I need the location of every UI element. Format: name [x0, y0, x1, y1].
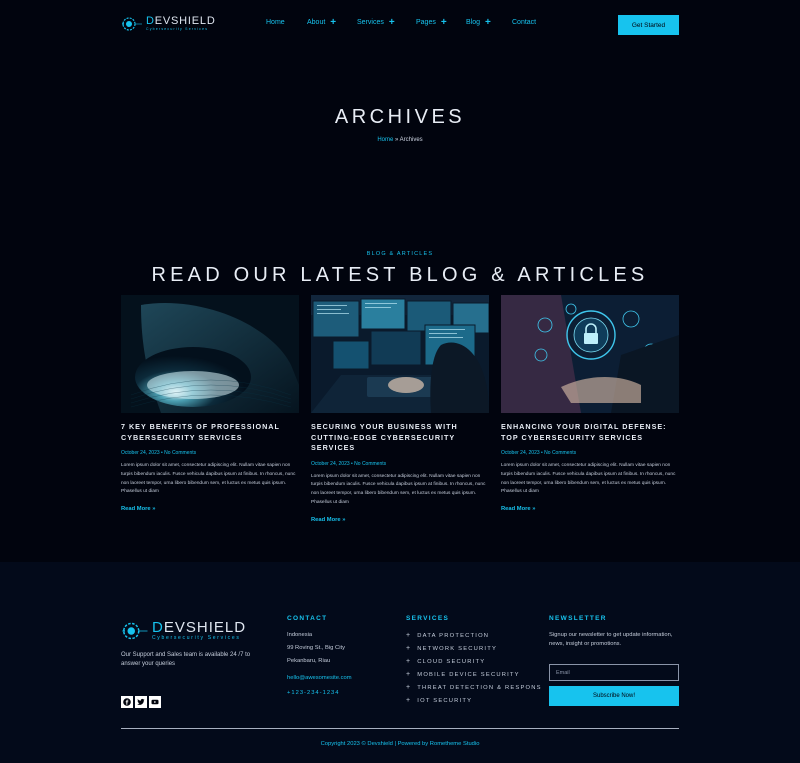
footer-newsletter-column: NEWSLETTER Signup our newsletter to get … — [549, 615, 680, 706]
contact-city: Pekanbaru, Riau — [287, 658, 331, 664]
footer-services-column: SERVICES + DATA PROTECTION + NETWORK SECUR… — [406, 615, 540, 704]
footer-divider — [121, 728, 679, 729]
footer-service-link[interactable]: + MOBILE DEVICE SECURITY — [406, 671, 520, 678]
nav-services[interactable]: Services + — [357, 17, 395, 28]
service-label: NETWORK SECURITY — [417, 645, 498, 652]
blog-card-title[interactable]: ENHANCING YOUR DIGITAL DEFENSE: TOP CYBE… — [501, 422, 679, 443]
nav-label: About — [307, 19, 326, 26]
read-more-link[interactable]: Read More » — [501, 506, 535, 512]
subscribe-button[interactable]: Subscribe Now! — [549, 686, 679, 706]
plus-icon: + — [406, 684, 412, 691]
monitors-workstation-image[interactable] — [311, 295, 489, 413]
blog-card-meta[interactable]: October 24, 2023 • No Comments — [121, 450, 299, 456]
breadcrumb-home-link[interactable]: Home — [377, 137, 393, 143]
footer-services-heading: SERVICES — [406, 615, 450, 622]
nav-pages[interactable]: Pages + — [416, 17, 447, 28]
site-header: DEVSHIELD Cybersecurity Services Home Ab… — [0, 0, 800, 50]
service-label: CLOUD SECURITY — [417, 658, 486, 665]
blog-card-excerpt: Lorem ipsum dolor sit amet, consectetur … — [121, 463, 296, 495]
blog-card: 7 KEY BENEFITS OF PROFESSIONAL CYBERSECU… — [121, 295, 299, 515]
fingerprint-finger-image[interactable] — [121, 295, 299, 413]
main-nav: Home About + Services + Pages + Blog + Conta… — [0, 17, 800, 33]
section-eyebrow: BLOG & ARTICLES — [366, 251, 434, 257]
nav-contact[interactable]: Contact — [512, 19, 536, 26]
padlock-hologram-laptop-image[interactable] — [501, 295, 679, 413]
blog-card: ENHANCING YOUR DIGITAL DEFENSE: TOP CYBE… — [501, 295, 679, 515]
service-label: DATA PROTECTION — [417, 632, 490, 639]
footer-service-link[interactable]: + DATA PROTECTION — [406, 632, 489, 639]
nav-label: Blog — [466, 19, 481, 26]
nav-label: Contact — [512, 19, 537, 26]
footer-service-link[interactable]: + IOT SECURITY — [406, 697, 472, 704]
footer-service-link[interactable]: + THREAT DETECTION & RESPONS — [406, 684, 542, 691]
footer-newsletter-heading: NEWSLETTER — [549, 615, 607, 622]
blog-card-title[interactable]: 7 KEY BENEFITS OF PROFESSIONAL CYBERSECU… — [121, 422, 299, 443]
nav-home[interactable]: Home — [266, 19, 285, 26]
breadcrumb-current: Archives — [399, 137, 423, 143]
nav-blog[interactable]: Blog + — [466, 17, 491, 28]
blog-card-title[interactable]: SECURING YOUR BUSINESS WITH CUTTING-EDGE… — [311, 422, 489, 454]
page-title: ARCHIVES — [334, 106, 466, 128]
blog-card-excerpt: Lorem ipsum dolor sit amet, consectetur … — [501, 463, 676, 495]
contact-country: Indonesia — [287, 632, 313, 638]
footer-contact-heading: CONTACT — [287, 615, 328, 622]
blog-card-meta[interactable]: October 24, 2023 • No Comments — [501, 450, 679, 456]
get-started-button[interactable]: Get Started — [618, 15, 679, 35]
plus-icon: + — [406, 658, 412, 665]
logo-name-first: D — [152, 619, 164, 636]
plus-icon: + — [330, 17, 337, 28]
nav-label: Services — [357, 19, 384, 26]
blog-card: SECURING YOUR BUSINESS WITH CUTTING-EDGE… — [311, 295, 489, 526]
twitter-icon[interactable] — [135, 696, 147, 708]
service-label: IOT SECURITY — [417, 697, 473, 704]
logo-subtitle: Cybersecurity Services — [152, 635, 241, 641]
shield-gear-icon — [121, 621, 149, 641]
social-links — [121, 696, 161, 708]
contact-email-link[interactable]: hello@awesomesite.com — [287, 675, 352, 681]
service-label: MOBILE DEVICE SECURITY — [417, 671, 520, 678]
plus-icon: + — [388, 17, 395, 28]
youtube-icon[interactable] — [149, 696, 161, 708]
read-more-link[interactable]: Read More » — [311, 517, 345, 523]
footer-contact-column: CONTACT Indonesia 99 Roving St., Big Cit… — [287, 615, 352, 696]
facebook-icon[interactable] — [121, 696, 133, 708]
plus-icon: + — [406, 645, 412, 652]
copyright-text[interactable]: Copyright 2023 © Devshield | Powered by … — [0, 741, 800, 747]
footer-service-link[interactable]: + CLOUD SECURITY — [406, 658, 485, 665]
logo-name-rest: EVSHIELD — [163, 619, 247, 636]
plus-icon: + — [406, 697, 412, 704]
service-label: THREAT DETECTION & RESPONS — [417, 684, 542, 691]
plus-icon: + — [485, 17, 491, 28]
footer-logo[interactable]: DEVSHIELD Cybersecurity Services — [121, 620, 246, 641]
contact-street: 99 Roving St., Big City — [287, 645, 345, 651]
footer-tagline: Our Support and Sales team is available … — [121, 652, 251, 667]
nav-about[interactable]: About + — [307, 17, 337, 28]
site-footer: DEVSHIELD Cybersecurity Services Our Sup… — [0, 562, 800, 763]
footer-service-link[interactable]: + NETWORK SECURITY — [406, 645, 497, 652]
plus-icon: + — [440, 17, 447, 28]
email-field[interactable] — [549, 664, 679, 681]
section-title: READ OUR LATEST BLOG & ARTICLES — [151, 264, 649, 286]
breadcrumb: Home » Archives — [0, 137, 800, 143]
read-more-link[interactable]: Read More » — [121, 506, 155, 512]
nav-label: Home — [266, 19, 285, 26]
contact-phone-link[interactable]: +123-234-1234 — [287, 690, 340, 696]
nav-label: Pages — [416, 19, 436, 26]
blog-card-meta[interactable]: October 24, 2023 • No Comments — [311, 461, 489, 467]
plus-icon: + — [406, 671, 412, 678]
blog-card-excerpt: Lorem ipsum dolor sit amet, consectetur … — [311, 473, 486, 505]
plus-icon: + — [406, 632, 412, 639]
newsletter-description: Signup our newsletter to get update info… — [549, 632, 673, 647]
